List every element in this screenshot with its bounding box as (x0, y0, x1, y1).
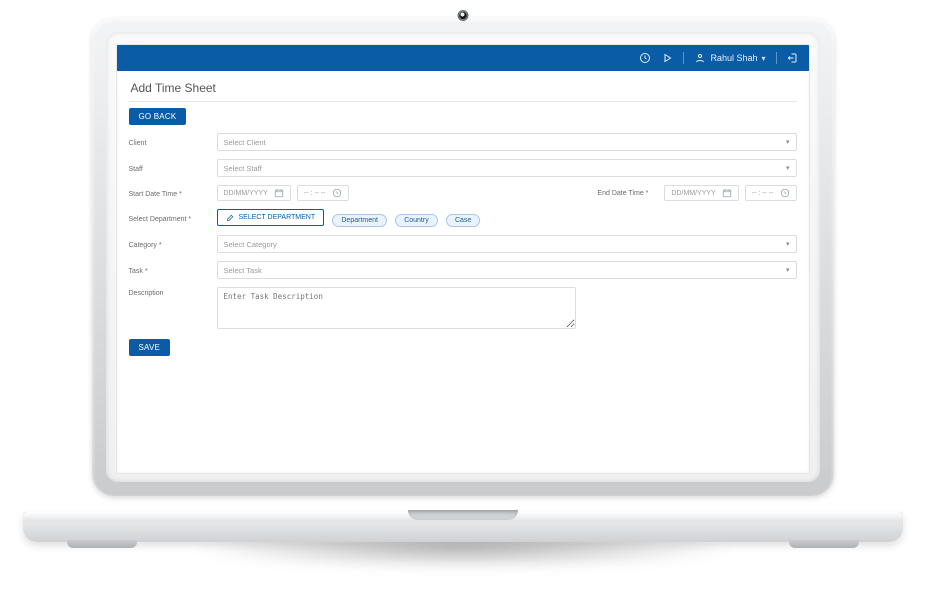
chevron-down-icon: ▾ (786, 240, 790, 248)
topbar: Rahul Shah ▾ (117, 45, 809, 71)
app-screen: Rahul Shah ▾ Add Time Sheet GO BACK (116, 44, 810, 474)
end-date-input[interactable]: DD/MM/YYYY (664, 185, 738, 201)
select-department-button[interactable]: SELECT DEPARTMENT (217, 209, 325, 226)
logout-icon[interactable] (787, 52, 799, 64)
save-button[interactable]: SAVE (129, 339, 171, 356)
end-time-input[interactable]: -- : -- -- (745, 185, 797, 201)
laptop-foot-right (789, 540, 859, 548)
description-textarea[interactable] (217, 287, 577, 329)
page-body: Add Time Sheet GO BACK Client Select Cli… (117, 71, 809, 368)
row-task: Task * Select Task ▾ (129, 261, 797, 279)
timesheet-form: Client Select Client ▾ Staff (129, 133, 797, 356)
select-category[interactable]: Select Category ▾ (217, 235, 797, 253)
chevron-down-icon: ▾ (786, 164, 790, 172)
calendar-icon (274, 188, 284, 198)
select-task[interactable]: Select Task ▾ (217, 261, 797, 279)
laptop-foot-left (67, 540, 137, 548)
select-department-button-label: SELECT DEPARTMENT (239, 214, 316, 221)
start-time-input[interactable]: -- : -- -- (297, 185, 349, 201)
topbar-separator (683, 52, 684, 64)
end-time-placeholder: -- : -- -- (752, 190, 774, 197)
edit-icon (226, 213, 235, 222)
label-end-datetime: End Date Time * (597, 190, 648, 197)
title-divider (129, 101, 797, 102)
laptop-base (23, 512, 903, 542)
select-client-placeholder: Select Client (224, 138, 266, 147)
laptop-camera (457, 10, 468, 21)
select-category-placeholder: Select Category (224, 240, 277, 249)
user-menu[interactable]: Rahul Shah ▾ (694, 52, 765, 64)
calendar-icon (722, 188, 732, 198)
clock-icon (780, 188, 790, 198)
row-description: Description (129, 287, 797, 331)
row-category: Category * Select Category ▾ (129, 235, 797, 253)
row-department: Select Department * SELECT DEPARTMENT De… (129, 209, 797, 227)
label-department: Select Department * (129, 213, 217, 223)
label-category: Category * (129, 239, 217, 249)
select-staff-placeholder: Select Staff (224, 164, 262, 173)
label-description: Description (129, 287, 217, 297)
label-task: Task * (129, 265, 217, 275)
start-time-placeholder: -- : -- -- (304, 190, 326, 197)
select-client[interactable]: Select Client ▾ (217, 133, 797, 151)
select-task-placeholder: Select Task (224, 266, 262, 275)
row-datetime: Start Date Time * DD/MM/YYYY -- : (129, 185, 797, 201)
user-name: Rahul Shah (710, 53, 757, 63)
select-staff[interactable]: Select Staff ▾ (217, 159, 797, 177)
laptop-mockup: Rahul Shah ▾ Add Time Sheet GO BACK (92, 18, 834, 516)
chevron-down-icon: ▾ (761, 54, 765, 63)
go-back-button[interactable]: GO BACK (129, 108, 187, 125)
row-staff: Staff Select Staff ▾ (129, 159, 797, 177)
end-date-placeholder: DD/MM/YYYY (671, 190, 715, 197)
label-staff: Staff (129, 163, 217, 173)
label-start-datetime: Start Date Time * (129, 188, 217, 198)
topbar-separator-2 (776, 52, 777, 64)
row-client: Client Select Client ▾ (129, 133, 797, 151)
chip-country[interactable]: Country (395, 214, 438, 227)
clock-icon[interactable] (639, 52, 651, 64)
chip-case[interactable]: Case (446, 214, 480, 227)
play-icon[interactable] (661, 52, 673, 64)
start-date-placeholder: DD/MM/YYYY (224, 190, 268, 197)
start-date-input[interactable]: DD/MM/YYYY (217, 185, 291, 201)
chevron-down-icon: ▾ (786, 266, 790, 274)
chevron-down-icon: ▾ (786, 138, 790, 146)
laptop-notch (408, 510, 518, 520)
clock-icon (332, 188, 342, 198)
label-client: Client (129, 137, 217, 147)
chip-department[interactable]: Department (332, 214, 387, 227)
page-title: Add Time Sheet (131, 81, 797, 95)
